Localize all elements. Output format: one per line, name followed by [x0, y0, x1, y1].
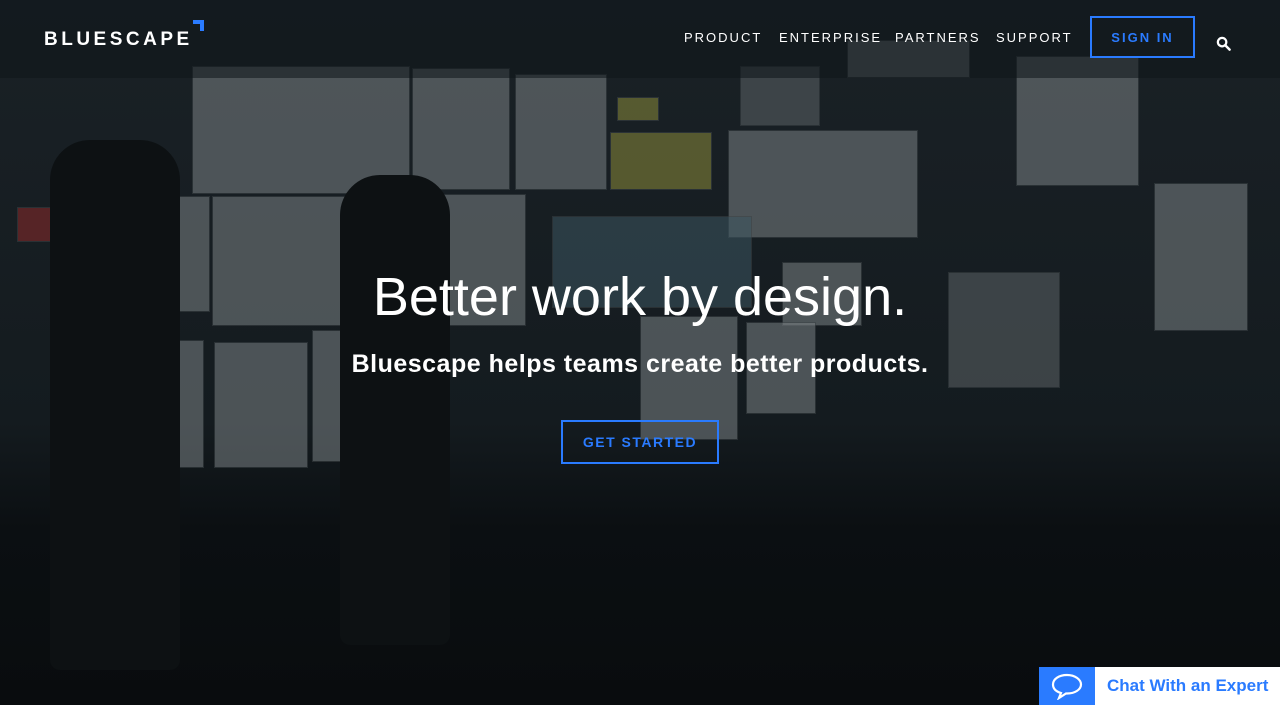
- search-icon[interactable]: [1216, 36, 1231, 51]
- wall-panel: [728, 130, 918, 238]
- chat-with-expert-widget[interactable]: Chat With an Expert: [1039, 667, 1280, 705]
- wall-panel: [617, 97, 659, 121]
- top-navigation: BLUESCAPE PRODUCT ENTERPRISE PARTNERS SU…: [0, 0, 1280, 78]
- nav-enterprise[interactable]: ENTERPRISE: [779, 30, 882, 45]
- chat-label[interactable]: Chat With an Expert: [1095, 667, 1280, 705]
- chat-bubble-icon: [1039, 667, 1095, 705]
- hero-subtitle: Bluescape helps teams create better prod…: [351, 350, 929, 378]
- logo-corner-icon: [193, 20, 204, 31]
- person-silhouette: [340, 175, 450, 645]
- hero-title: Better work by design.: [372, 267, 908, 327]
- nav-support[interactable]: SUPPORT: [996, 30, 1073, 45]
- wall-panel: [515, 74, 607, 190]
- person-silhouette: [50, 140, 180, 670]
- wall-panel: [610, 132, 712, 190]
- wall-panel: [412, 68, 510, 190]
- nav-product[interactable]: PRODUCT: [684, 30, 762, 45]
- get-started-button[interactable]: GET STARTED: [561, 420, 719, 464]
- bluescape-logo[interactable]: BLUESCAPE: [44, 29, 193, 51]
- nav-partners[interactable]: PARTNERS: [895, 30, 981, 45]
- sign-in-button[interactable]: SIGN IN: [1090, 16, 1195, 58]
